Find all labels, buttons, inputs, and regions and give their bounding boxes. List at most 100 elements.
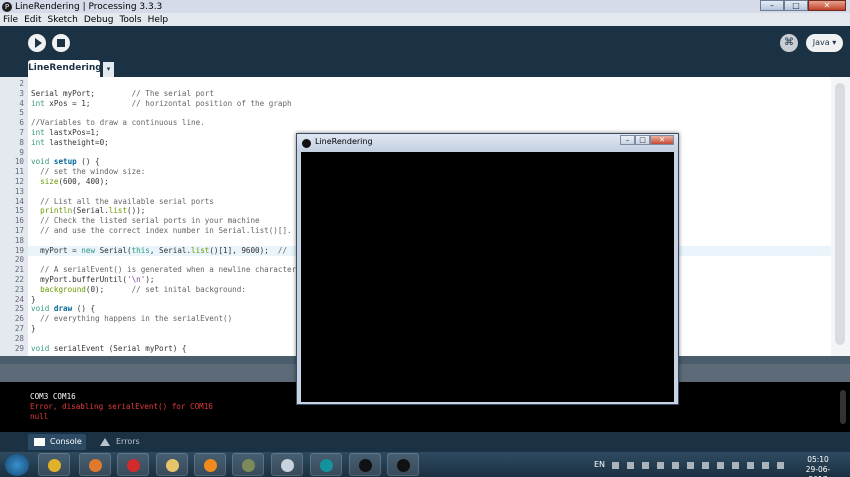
code-token: Serial(: [95, 245, 132, 255]
code-token: '\n': [127, 275, 146, 284]
tray-icon[interactable]: [777, 462, 784, 469]
tray-icon[interactable]: [747, 462, 754, 469]
tray-icon[interactable]: [717, 462, 724, 469]
code-token: // horizontal position of the graph: [131, 98, 292, 108]
start-button[interactable]: [5, 454, 29, 476]
tray-icon[interactable]: [612, 462, 619, 469]
code-token: background: [40, 284, 86, 294]
code-text: // A serialEvent() is generated when a n…: [31, 265, 310, 275]
taskbar-app-button[interactable]: [38, 453, 70, 476]
code-text: // set the window size:: [31, 167, 145, 177]
tray-icon[interactable]: [702, 462, 709, 469]
tray-icon[interactable]: [687, 462, 694, 469]
code-token: () {: [76, 157, 100, 167]
console-line: COM3 COM16: [30, 392, 76, 401]
debugger-icon[interactable]: ⌘: [780, 34, 798, 52]
code-text: int xPos = 1; // horizontal position of …: [31, 99, 292, 109]
tray-icon[interactable]: [627, 462, 634, 469]
firefox-icon: [89, 459, 102, 472]
code-token: list: [108, 206, 128, 216]
mode-selector-button[interactable]: Java ▾: [806, 34, 843, 52]
tray-icon[interactable]: [657, 462, 664, 469]
taskbar-app-button[interactable]: [349, 453, 381, 476]
menu-sketch[interactable]: Sketch: [48, 15, 78, 25]
code-text: background(0); // set inital background:: [31, 285, 246, 295]
editor-scrollbar-thumb[interactable]: [835, 83, 845, 345]
code-token: (600, 400);: [58, 177, 109, 186]
taskbar-app-button[interactable]: [232, 453, 264, 476]
line-number: 11: [14, 167, 24, 177]
window-title: LineRendering | Processing 3.3.3: [15, 1, 163, 12]
menu-file[interactable]: File: [3, 15, 18, 25]
taskbar-app-button[interactable]: [194, 453, 226, 476]
code-token: println: [40, 206, 73, 216]
play-icon[interactable]: [28, 34, 46, 52]
line-number: 6: [19, 118, 24, 128]
menu-edit[interactable]: Edit: [24, 15, 41, 25]
tray-icon[interactable]: [642, 462, 649, 469]
tray-icon[interactable]: [762, 462, 769, 469]
line-number: 17: [14, 226, 24, 235]
sketch-minimize-button[interactable]: –: [620, 135, 635, 145]
line-number: 23: [14, 284, 24, 294]
line-number: 4: [19, 98, 24, 108]
close-button[interactable]: ✕: [808, 0, 846, 11]
taskbar-app-button[interactable]: [79, 453, 111, 476]
maximize-button[interactable]: □: [784, 0, 808, 11]
line-number: 7: [19, 128, 24, 137]
window-controls: – □ ✕: [760, 0, 846, 11]
sketch-output-window[interactable]: LineRendering – □ ✕: [296, 133, 679, 405]
code-text: //Variables to draw a continuous line.: [31, 118, 205, 128]
code-text: }: [31, 324, 36, 334]
code-token: ()[1], 9600);: [209, 245, 278, 255]
console-line: Error, disabling serialEvent() for COM16: [30, 402, 213, 411]
sketch-canvas[interactable]: [301, 152, 674, 402]
system-clock[interactable]: 05:10 29-06-2017: [798, 455, 838, 477]
console-scrollbar[interactable]: [840, 390, 846, 424]
sketch-window-titlebar[interactable]: LineRendering – □ ✕: [297, 134, 678, 152]
code-token: void: [31, 304, 50, 314]
code-token: // set the window size:: [31, 167, 146, 177]
taskbar-app-button[interactable]: [271, 453, 303, 476]
tab-bar: LineRendering ▾: [0, 60, 850, 77]
code-text: // everything happens in the serialEvent…: [31, 314, 232, 324]
minimize-button[interactable]: –: [760, 0, 784, 11]
menu-debug[interactable]: Debug: [84, 15, 114, 25]
sketch-maximize-button[interactable]: □: [635, 135, 650, 145]
line-number: 2: [19, 79, 24, 88]
console-icon: [34, 438, 45, 446]
code-token: size: [40, 177, 59, 186]
warning-icon: [100, 438, 110, 446]
code-token: (Serial.: [72, 206, 109, 216]
menu-help[interactable]: Help: [148, 15, 169, 25]
taskbar-app-button[interactable]: [156, 453, 188, 476]
code-token: }: [31, 294, 36, 304]
taskbar-app-button[interactable]: [310, 453, 342, 476]
editor-scrollbar[interactable]: [831, 77, 850, 356]
line-number: 8: [19, 137, 24, 147]
code-text: // List all the available serial ports: [31, 197, 214, 207]
sketch-window-controls: – □ ✕: [620, 135, 674, 145]
code-token: Serial myPort;: [31, 88, 132, 98]
tab-menu-chevron-icon[interactable]: ▾: [103, 62, 114, 77]
menu-tools[interactable]: Tools: [119, 15, 141, 25]
line-number: 25: [14, 304, 24, 314]
tab-errors[interactable]: Errors: [94, 434, 144, 450]
code-token: // List all the available serial ports: [31, 196, 214, 206]
code-token: serialEvent (Serial myPort) {: [49, 343, 187, 353]
line-number: 3: [19, 88, 24, 98]
taskbar-app-button[interactable]: [387, 453, 419, 476]
line-number: 26: [14, 314, 24, 324]
tab-console-label: Console: [50, 437, 82, 446]
tab-linerendering[interactable]: LineRendering: [28, 60, 102, 77]
sketch-close-button[interactable]: ✕: [650, 135, 674, 145]
tab-console[interactable]: Console: [28, 434, 86, 450]
tray-icon[interactable]: [732, 462, 739, 469]
window-titlebar: P LineRendering | Processing 3.3.3 – □ ✕: [0, 0, 850, 13]
stop-icon[interactable]: [52, 34, 70, 52]
code-text: void serialEvent (Serial myPort) {: [31, 344, 186, 354]
taskbar-app-button[interactable]: [117, 453, 149, 476]
language-indicator[interactable]: EN: [594, 460, 605, 469]
tray-icon[interactable]: [672, 462, 679, 469]
